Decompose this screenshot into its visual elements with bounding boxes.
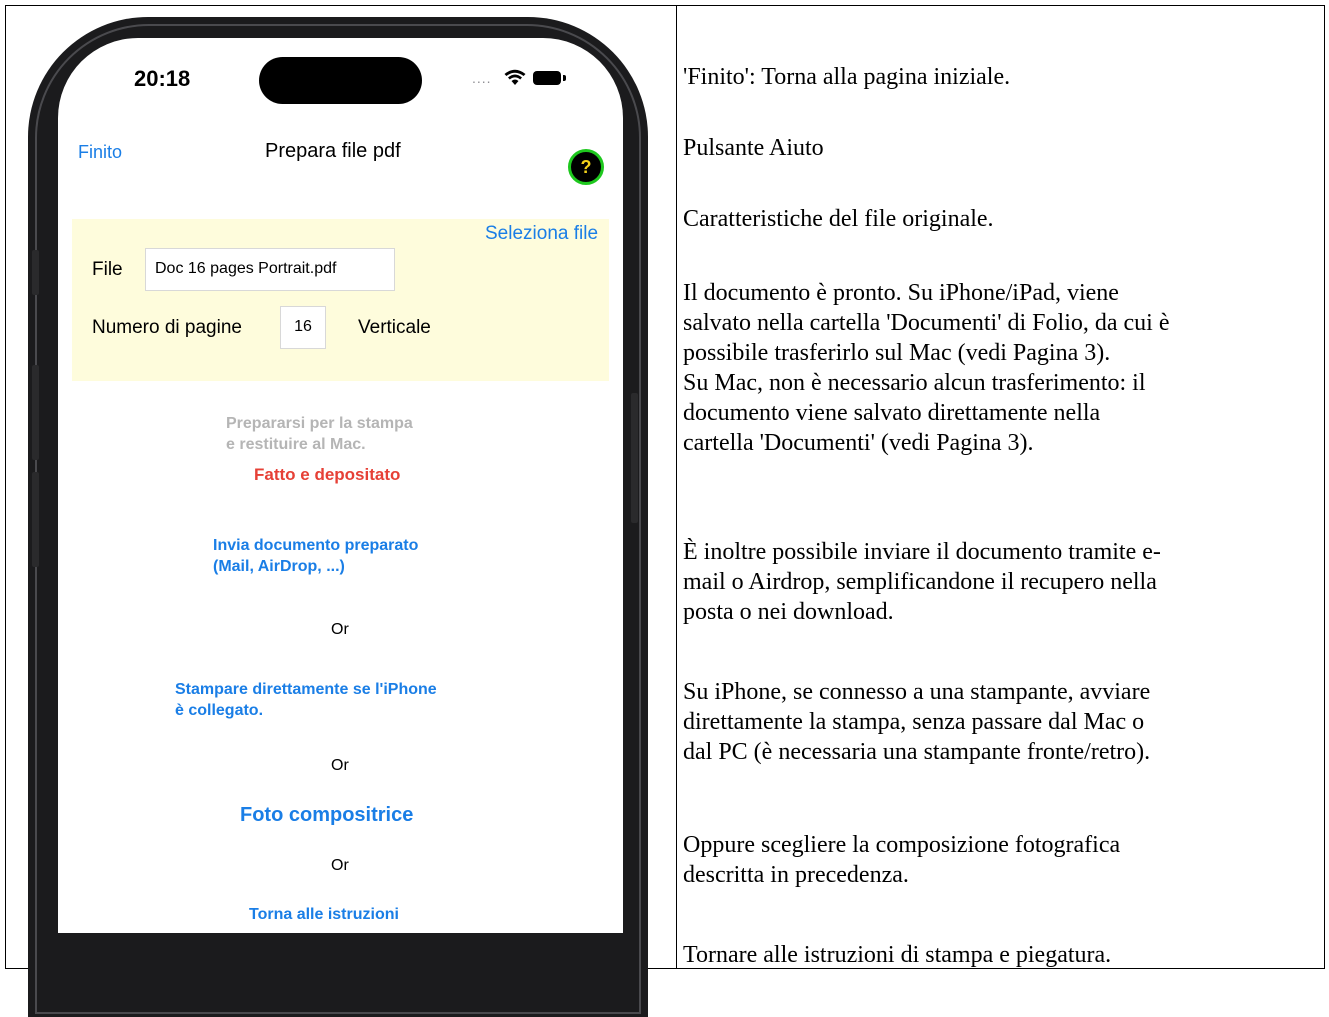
desc-send: È inoltre possibile inviare il documento… [683, 539, 1161, 625]
pages-count-value: 16 [294, 318, 312, 335]
desc-ready: Il documento è pronto. Su iPhone/iPad, v… [683, 280, 1170, 456]
battery-tip [563, 75, 566, 81]
or-separator: Or [331, 757, 349, 774]
volume-up-button [32, 365, 39, 460]
pages-label: Numero di pagine [92, 317, 242, 338]
volume-down-button [32, 472, 39, 567]
desc-back: Tornare alle istruzioni di stampa e pieg… [683, 942, 1112, 968]
select-file-button[interactable]: Seleziona file [485, 223, 598, 245]
column-divider [676, 5, 677, 969]
status-time: 20:18 [134, 66, 191, 91]
orientation-label: Verticale [358, 317, 431, 338]
help-button[interactable]: ? [568, 149, 604, 185]
desc-help: Pulsante Aiuto [683, 135, 824, 161]
send-document-button[interactable]: Invia documento preparato (Mail, AirDrop… [213, 535, 418, 577]
dynamic-island [259, 57, 422, 104]
file-label: File [92, 259, 123, 280]
done-status: Fatto e depositato [254, 465, 401, 484]
desc-print: Su iPhone, se connesso a una stampante, … [683, 679, 1151, 765]
print-direct-button[interactable]: Stampare direttamente se l'iPhone è coll… [175, 679, 437, 721]
power-button [631, 393, 638, 523]
signal-dots: .... [472, 70, 492, 86]
action-button [32, 250, 39, 295]
back-to-instructions-button[interactable]: Torna alle istruzioni [249, 906, 399, 924]
desc-finito: 'Finito': Torna alla pagina iniziale. [683, 64, 1011, 90]
or-separator: Or [331, 621, 349, 638]
page-title: Prepara file pdf [265, 140, 401, 162]
pages-count-field: 16 [280, 306, 326, 349]
phone-screen [58, 38, 623, 933]
battery-icon [533, 71, 561, 85]
file-name-value: Doc 16 pages Portrait.pdf [155, 260, 337, 277]
wifi-icon [504, 69, 526, 85]
photo-composer-button[interactable]: Foto compositrice [240, 804, 413, 827]
desc-photo: Oppure scegliere la composizione fotogra… [683, 832, 1121, 888]
or-separator: Or [331, 857, 349, 874]
prepare-print-button[interactable]: Prepararsi per la stampa e restituire al… [226, 413, 413, 455]
question-mark-icon: ? [580, 157, 592, 177]
done-button[interactable]: Finito [78, 142, 122, 163]
file-name-field: Doc 16 pages Portrait.pdf [145, 248, 395, 291]
desc-file: Caratteristiche del file originale. [683, 206, 994, 232]
